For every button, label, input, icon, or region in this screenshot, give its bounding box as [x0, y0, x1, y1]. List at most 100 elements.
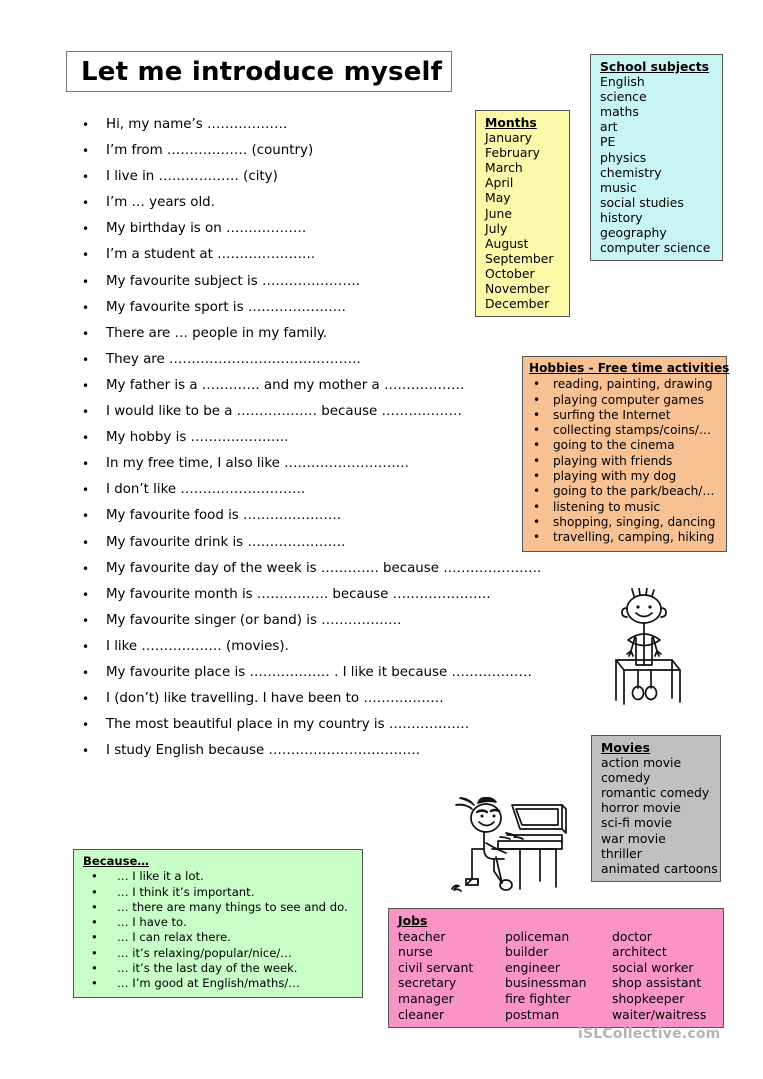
- school-subjects-title: School subjects: [600, 59, 710, 74]
- list-item: computer science: [600, 240, 711, 256]
- list-item: going to the cinema: [529, 438, 719, 454]
- list-item: … I can relax there.: [83, 930, 355, 946]
- list-item: listening to music: [529, 500, 719, 516]
- list-item: PE: [600, 134, 616, 150]
- list-item: My favourite day of the week is …………. be…: [78, 556, 598, 582]
- list-item: businessman: [505, 975, 587, 991]
- jobs-box: Jobs teacher policeman doctor nurse buil…: [388, 908, 724, 1029]
- list-item: December: [485, 296, 550, 312]
- list-item: action movie: [601, 755, 682, 771]
- list-item: builder: [505, 944, 549, 960]
- list-item: They are …………………………………….: [78, 347, 598, 373]
- list-item: October: [485, 265, 535, 281]
- list-item: social studies: [600, 194, 684, 210]
- list-item: horror movie: [601, 800, 681, 816]
- hobbies-title: Hobbies - Free time activities: [529, 361, 730, 375]
- list-item: reading, painting, drawing: [529, 377, 719, 393]
- list-item: My favourite drink is ………………….: [78, 530, 598, 556]
- list-item: surfing the Internet: [529, 408, 719, 424]
- because-box: Because… … I like it a lot. … I think it…: [73, 849, 363, 998]
- site-watermark: iSLCollective.com: [578, 1026, 721, 1042]
- list-item: engineer: [505, 959, 560, 975]
- list-item: November: [485, 281, 550, 297]
- list-item: … it’s the last day of the week.: [83, 961, 355, 977]
- list-item: My favourite food is ………………….: [78, 503, 598, 529]
- list-item: civil servant: [398, 959, 474, 975]
- list-item: … I have to.: [83, 915, 355, 931]
- list-item: playing with my dog: [529, 469, 719, 485]
- list-item: policeman: [505, 928, 570, 944]
- because-title: Because…: [83, 854, 150, 868]
- list-item: My father is a …………. and my mother a …………: [78, 373, 598, 399]
- list-item: cleaner: [398, 1006, 445, 1022]
- list-item: thriller: [601, 845, 642, 861]
- list-item: music: [600, 179, 637, 195]
- list-item: My favourite month is ……………. because …………: [78, 582, 598, 608]
- list-item: … there are many things to see and do.: [83, 900, 355, 916]
- list-item: maths: [600, 104, 639, 120]
- list-item: I study English because …………………………….: [78, 738, 598, 764]
- list-item: nurse: [398, 944, 433, 960]
- list-item: secretary: [398, 975, 457, 991]
- jobs-title: Jobs: [398, 913, 428, 928]
- list-item: My favourite singer (or band) is ………………: [78, 608, 598, 634]
- boy-reading-book-at-desk-illustration: [615, 588, 681, 705]
- list-item: April: [485, 175, 514, 191]
- list-item: art: [600, 119, 618, 135]
- list-item: social worker: [612, 959, 694, 975]
- list-item: fire fighter: [505, 990, 571, 1006]
- list-item: June: [485, 205, 512, 221]
- list-item: physics: [600, 149, 647, 165]
- list-item: I like ……………… (movies).: [78, 634, 598, 660]
- list-item: English: [600, 74, 645, 90]
- list-item: war movie: [601, 830, 666, 846]
- list-item: travelling, camping, hiking: [529, 530, 719, 546]
- list-item: … I’m good at English/maths/…: [83, 976, 355, 992]
- hobbies-list: reading, painting, drawing playing compu…: [529, 377, 719, 546]
- list-item: shop assistant: [612, 975, 702, 991]
- list-item: doctor: [612, 928, 652, 944]
- school-subjects-box: School subjects English science maths ar…: [590, 54, 723, 262]
- list-item: romantic comedy: [601, 785, 710, 801]
- school-subjects-list: English science maths art PE physics che…: [600, 74, 715, 255]
- list-item: February: [485, 145, 540, 161]
- list-item: … it’s relaxing/popular/nice/…: [83, 946, 355, 962]
- months-box: Months January February March April May …: [475, 110, 570, 318]
- list-item: architect: [612, 944, 667, 960]
- hobbies-box: Hobbies - Free time activities reading, …: [522, 356, 730, 552]
- movies-box: Movies action movie comedy romantic come…: [591, 735, 721, 882]
- list-item: waiter/waitress: [612, 1006, 707, 1022]
- list-item: I would like to be a ……………… because ……………: [78, 399, 598, 425]
- list-item: I don’t like ……………………….: [78, 477, 598, 503]
- list-item: science: [600, 89, 647, 105]
- list-item: postman: [505, 1006, 560, 1022]
- movies-title: Movies: [601, 740, 650, 755]
- list-item: manager: [398, 990, 454, 1006]
- list-item: going to the park/beach/…: [529, 484, 719, 500]
- list-item: shopkeeper: [612, 990, 685, 1006]
- list-item: history: [600, 209, 643, 225]
- list-item: March: [485, 160, 523, 176]
- page-title: Let me introduce myself: [66, 51, 452, 92]
- list-item: chemistry: [600, 164, 662, 180]
- list-item: I (don’t) like travelling. I have been t…: [78, 686, 598, 712]
- list-item: May: [485, 190, 511, 206]
- list-item: January: [485, 130, 532, 146]
- list-item: The most beautiful place in my country i…: [78, 712, 598, 738]
- list-item: August: [485, 235, 529, 251]
- list-item: July: [485, 220, 508, 236]
- months-title: Months: [485, 115, 537, 130]
- list-item: playing with friends: [529, 454, 719, 470]
- movies-list: action movie comedy romantic comedy horr…: [601, 755, 718, 876]
- girl-at-computer-desk-illustration: [451, 797, 567, 892]
- list-item: shopping, singing, dancing: [529, 515, 719, 531]
- because-list: … I like it a lot. … I think it’s import…: [83, 869, 355, 992]
- list-item: teacher: [398, 928, 446, 944]
- worksheet-page: Let me introduce myself Hi, my name’s ………: [0, 0, 763, 1079]
- list-item: My favourite place is ……………… . I like it…: [78, 660, 598, 686]
- list-item: collecting stamps/coins/…: [529, 423, 719, 439]
- list-item: In my free time, I also like ……………………….: [78, 451, 598, 477]
- list-item: There are … people in my family.: [78, 321, 598, 347]
- list-item: animated cartoons: [601, 860, 718, 876]
- list-item: comedy: [601, 770, 651, 786]
